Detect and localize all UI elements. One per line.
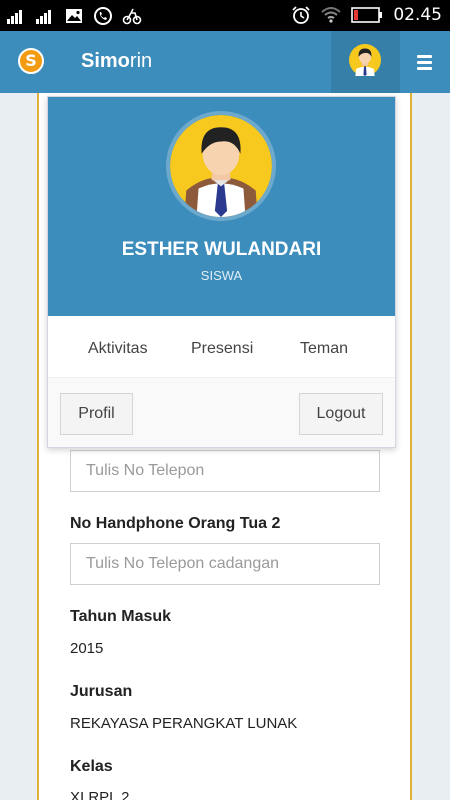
phone-input[interactable] — [70, 450, 380, 492]
year-label: Tahun Masuk — [70, 608, 172, 625]
link-aktivitas[interactable]: Aktivitas — [88, 340, 148, 358]
wifi-icon — [321, 7, 341, 23]
parent-phone2-input[interactable] — [70, 543, 380, 585]
whatsapp-icon — [94, 7, 112, 25]
user-header: ESTHER WULANDARI SISWA — [48, 97, 395, 316]
status-time: 02.45 — [393, 5, 442, 25]
app-header: S Simorin — [0, 31, 450, 93]
brand-rest: rin — [129, 50, 153, 72]
user-footer: Profil Logout — [48, 378, 395, 447]
status-bar: 02.45 — [0, 0, 450, 31]
app-logo[interactable]: S — [18, 48, 44, 74]
major-label: Jurusan — [70, 683, 133, 700]
year-value: 2015 — [70, 640, 104, 657]
brand-name[interactable]: Simorin — [81, 50, 152, 73]
user-avatar-icon — [349, 44, 381, 76]
signal-2-icon — [36, 10, 51, 24]
alarm-icon — [292, 6, 310, 24]
battery-icon — [351, 7, 383, 23]
major-value: REKAYASA PERANGKAT LUNAK — [70, 715, 298, 732]
parent-phone2-label: No Handphone Orang Tua 2 — [70, 515, 281, 532]
class-value: XI RPL 2 — [70, 789, 130, 800]
hamburger-menu-icon[interactable] — [400, 31, 450, 93]
user-links: Aktivitas Presensi Teman — [48, 316, 395, 378]
logo-letter: S — [25, 51, 37, 70]
brand-bold: Simo — [81, 50, 130, 72]
user-profile-avatar — [166, 111, 276, 221]
user-role: SISWA — [200, 268, 243, 283]
image-icon — [66, 9, 82, 23]
link-teman[interactable]: Teman — [300, 340, 348, 358]
user-name: ESTHER WULANDARI — [121, 239, 322, 260]
status-icons-left — [6, 6, 142, 26]
link-presensi[interactable]: Presensi — [191, 340, 253, 358]
class-label: Kelas — [70, 758, 113, 775]
student-avatar-icon — [170, 115, 272, 217]
bike-icon — [122, 8, 142, 25]
user-menu-toggle[interactable] — [331, 31, 400, 93]
profile-button[interactable]: Profil — [60, 393, 133, 435]
signal-icon — [7, 10, 22, 24]
user-dropdown-menu: ESTHER WULANDARI SISWA Aktivitas Presens… — [47, 96, 396, 448]
status-icons-right: 02.45 — [291, 5, 442, 25]
logout-button[interactable]: Logout — [299, 393, 383, 435]
